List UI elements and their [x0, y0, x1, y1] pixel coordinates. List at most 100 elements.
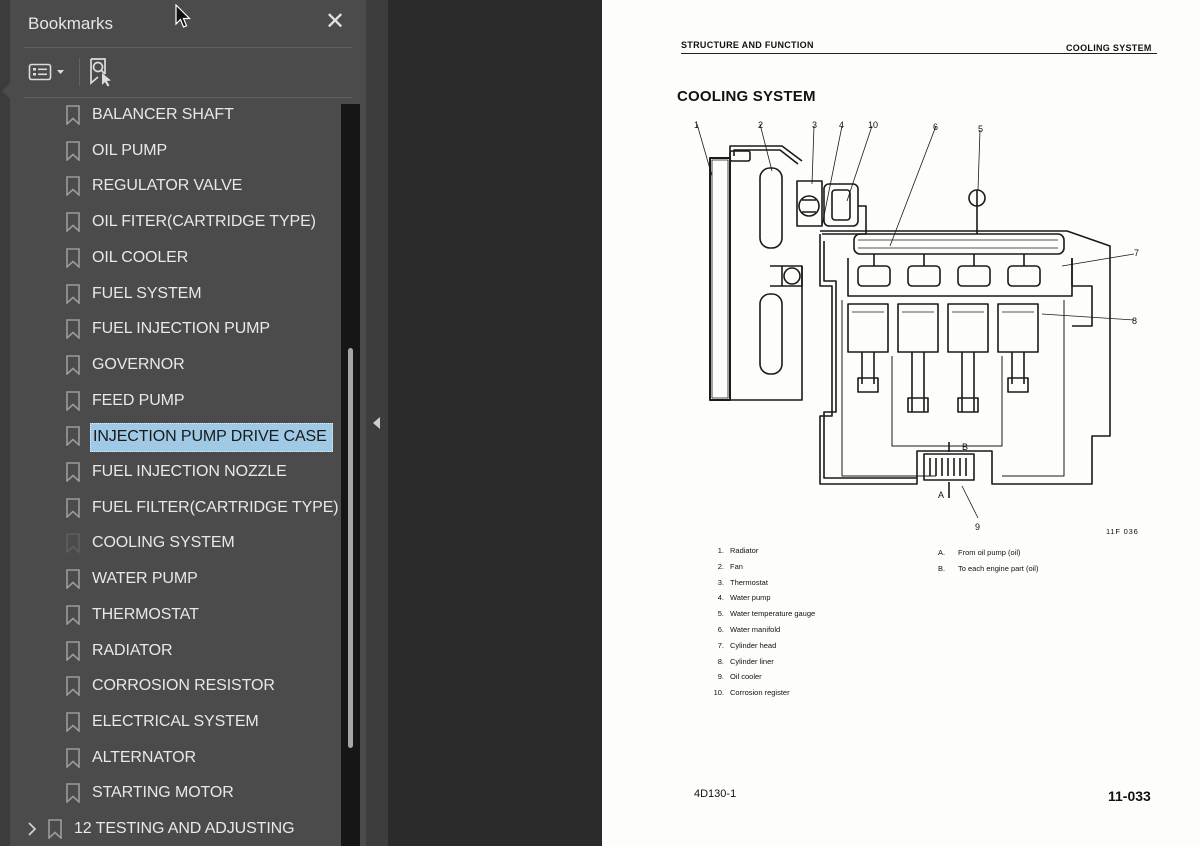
bookmark-label: FUEL SYSTEM — [92, 284, 202, 302]
find-bookmark-icon — [90, 58, 111, 87]
bookmark-item[interactable]: OIL COOLER — [12, 241, 340, 275]
bookmark-label: ALTERNATOR — [92, 748, 196, 766]
panel-tab-pointer — [2, 83, 10, 99]
bookmark-icon — [66, 426, 80, 447]
header-rule — [681, 53, 1157, 54]
bookmark-label: OIL COOLER — [92, 248, 189, 266]
bookmark-item[interactable]: BALANCER SHAFT — [12, 98, 340, 132]
figure-code: 11F 036 — [1106, 527, 1139, 536]
bookmark-item[interactable]: OIL FITER(CARTRIDGE TYPE) — [12, 205, 340, 239]
bookmark-item[interactable]: FUEL SYSTEM — [12, 277, 340, 311]
bookmark-item[interactable]: FUEL INJECTION PUMP — [12, 312, 340, 346]
bookmark-label: FUEL INJECTION NOZZLE — [92, 463, 287, 480]
bookmark-item[interactable]: STARTING MOTOR — [12, 776, 340, 810]
callout-4: 4 — [839, 120, 844, 130]
bookmark-icon — [66, 140, 80, 161]
bookmark-icon — [66, 676, 80, 697]
part-item: 5. Water temperature gauge — [717, 609, 816, 619]
bookmark-label: CORROSION RESISTOR — [92, 677, 275, 695]
divider — [24, 47, 352, 48]
part-item: 3. Thermostat — [717, 577, 768, 587]
bookmark-item[interactable]: RADIATOR — [12, 634, 340, 668]
callout-3: 3 — [812, 120, 817, 130]
bookmark-item-parent[interactable]: 12 TESTING AND ADJUSTING — [12, 812, 340, 846]
bookmark-icon — [66, 569, 80, 590]
chevron-down-icon — [57, 70, 64, 74]
bookmark-label: WATER PUMP — [92, 570, 198, 588]
callout-10: 10 — [868, 120, 878, 130]
part-item: 1. Radiator — [717, 546, 759, 555]
bookmark-item[interactable]: ELECTRICAL SYSTEM — [12, 705, 340, 739]
bookmark-label: FUEL INJECTION PUMP — [92, 320, 270, 338]
panel-edge — [0, 0, 10, 846]
part-item: 7. Cylinder head — [717, 640, 777, 650]
legend-item: B. To each engine part (oil) — [938, 564, 1039, 573]
bookmark-label: BALANCER SHAFT — [92, 106, 234, 123]
bookmark-options-button[interactable] — [28, 60, 70, 84]
bookmark-item[interactable]: FUEL INJECTION NOZZLE — [12, 455, 340, 489]
bookmark-item[interactable]: FUEL FILTER(CARTRIDGE TYPE) — [12, 491, 340, 525]
bookmark-item[interactable]: REGULATOR VALVE — [12, 169, 340, 203]
callout-b: B — [962, 442, 968, 452]
bookmark-icon — [66, 497, 80, 518]
bookmark-label: OIL FITER(CARTRIDGE TYPE) — [92, 213, 316, 231]
page-header-right: COOLING SYSTEM — [1066, 43, 1152, 53]
bookmark-icon — [66, 105, 80, 125]
bookmark-icon — [66, 783, 80, 804]
bookmarks-panel: Bookmarks ✕ BALANCER SHAFT OIL PUMP REGU… — [0, 0, 366, 846]
find-bookmark-button[interactable] — [88, 57, 114, 87]
bookmark-label: THERMOSTAT — [92, 605, 199, 623]
bookmark-label: COOLING SYSTEM — [92, 534, 235, 552]
document-page: STRUCTURE AND FUNCTION COOLING SYSTEM CO… — [602, 0, 1200, 846]
bookmark-item[interactable]: CORROSION RESISTOR — [12, 669, 340, 703]
list-options-icon — [28, 63, 64, 81]
bookmark-label: REGULATOR VALVE — [92, 177, 243, 195]
close-panel-button[interactable]: ✕ — [322, 8, 348, 36]
page-title: COOLING SYSTEM — [677, 88, 816, 105]
bookmark-icon — [66, 247, 80, 268]
scrollbar-thumb[interactable] — [348, 348, 353, 748]
callout-9: 9 — [975, 522, 980, 532]
bookmark-icon — [66, 390, 80, 411]
panel-title: Bookmarks — [28, 14, 114, 33]
bookmark-icon — [66, 355, 80, 375]
bookmark-item[interactable]: COOLING SYSTEM — [12, 526, 340, 560]
callout-6: 6 — [933, 122, 938, 132]
bookmark-label: FEED PUMP — [92, 391, 185, 409]
part-item: 6. Water manifold — [717, 625, 781, 634]
bookmark-icon — [66, 604, 80, 625]
callout-1: 1 — [694, 120, 699, 130]
model-code: 4D130-1 — [694, 788, 737, 800]
callout-2: 2 — [758, 120, 763, 130]
bookmark-item[interactable]: THERMOSTAT — [12, 598, 340, 632]
bookmark-item[interactable]: OIL PUMP — [12, 134, 340, 168]
part-item: 10. Corrosion register — [713, 688, 790, 698]
callout-5: 5 — [978, 124, 983, 134]
bookmark-label: 12 TESTING AND ADJUSTING — [74, 820, 295, 837]
bookmark-icon — [66, 747, 80, 768]
part-item: 9. Oil cooler — [717, 672, 762, 682]
bookmark-label: STARTING MOTOR — [92, 784, 234, 802]
bookmark-item[interactable]: GOVERNOR — [12, 348, 340, 382]
bookmark-icon — [66, 462, 80, 482]
bookmark-label: INJECTION PUMP DRIVE CASE — [90, 423, 333, 453]
part-item: 2. Fan — [717, 561, 743, 571]
bookmark-icon — [66, 283, 80, 304]
bookmark-icon — [66, 712, 80, 732]
part-item: 8. Cylinder liner — [717, 656, 774, 666]
bookmark-icon-dim — [66, 533, 80, 554]
legend-item: A. From oil pump (oil) — [938, 548, 1021, 557]
callout-8: 8 — [1132, 316, 1137, 326]
bookmark-item[interactable]: ALTERNATOR — [12, 741, 340, 775]
bookmark-item[interactable]: WATER PUMP — [12, 562, 340, 596]
mouse-cursor-icon — [175, 4, 191, 28]
bookmark-item[interactable]: FEED PUMP — [12, 384, 340, 418]
bookmark-label: RADIATOR — [92, 641, 173, 659]
callout-a: A — [938, 490, 944, 500]
bookmark-icon — [66, 319, 80, 340]
bookmark-item-selected[interactable]: INJECTION PUMP DRIVE CASE — [12, 419, 340, 453]
cooling-system-diagram: 1 2 3 4 10 6 5 7 8 9 A B — [694, 120, 1139, 532]
collapse-panel-icon[interactable] — [370, 413, 384, 433]
page-header-left: STRUCTURE AND FUNCTION — [681, 40, 814, 50]
chevron-right-icon[interactable] — [26, 821, 38, 837]
